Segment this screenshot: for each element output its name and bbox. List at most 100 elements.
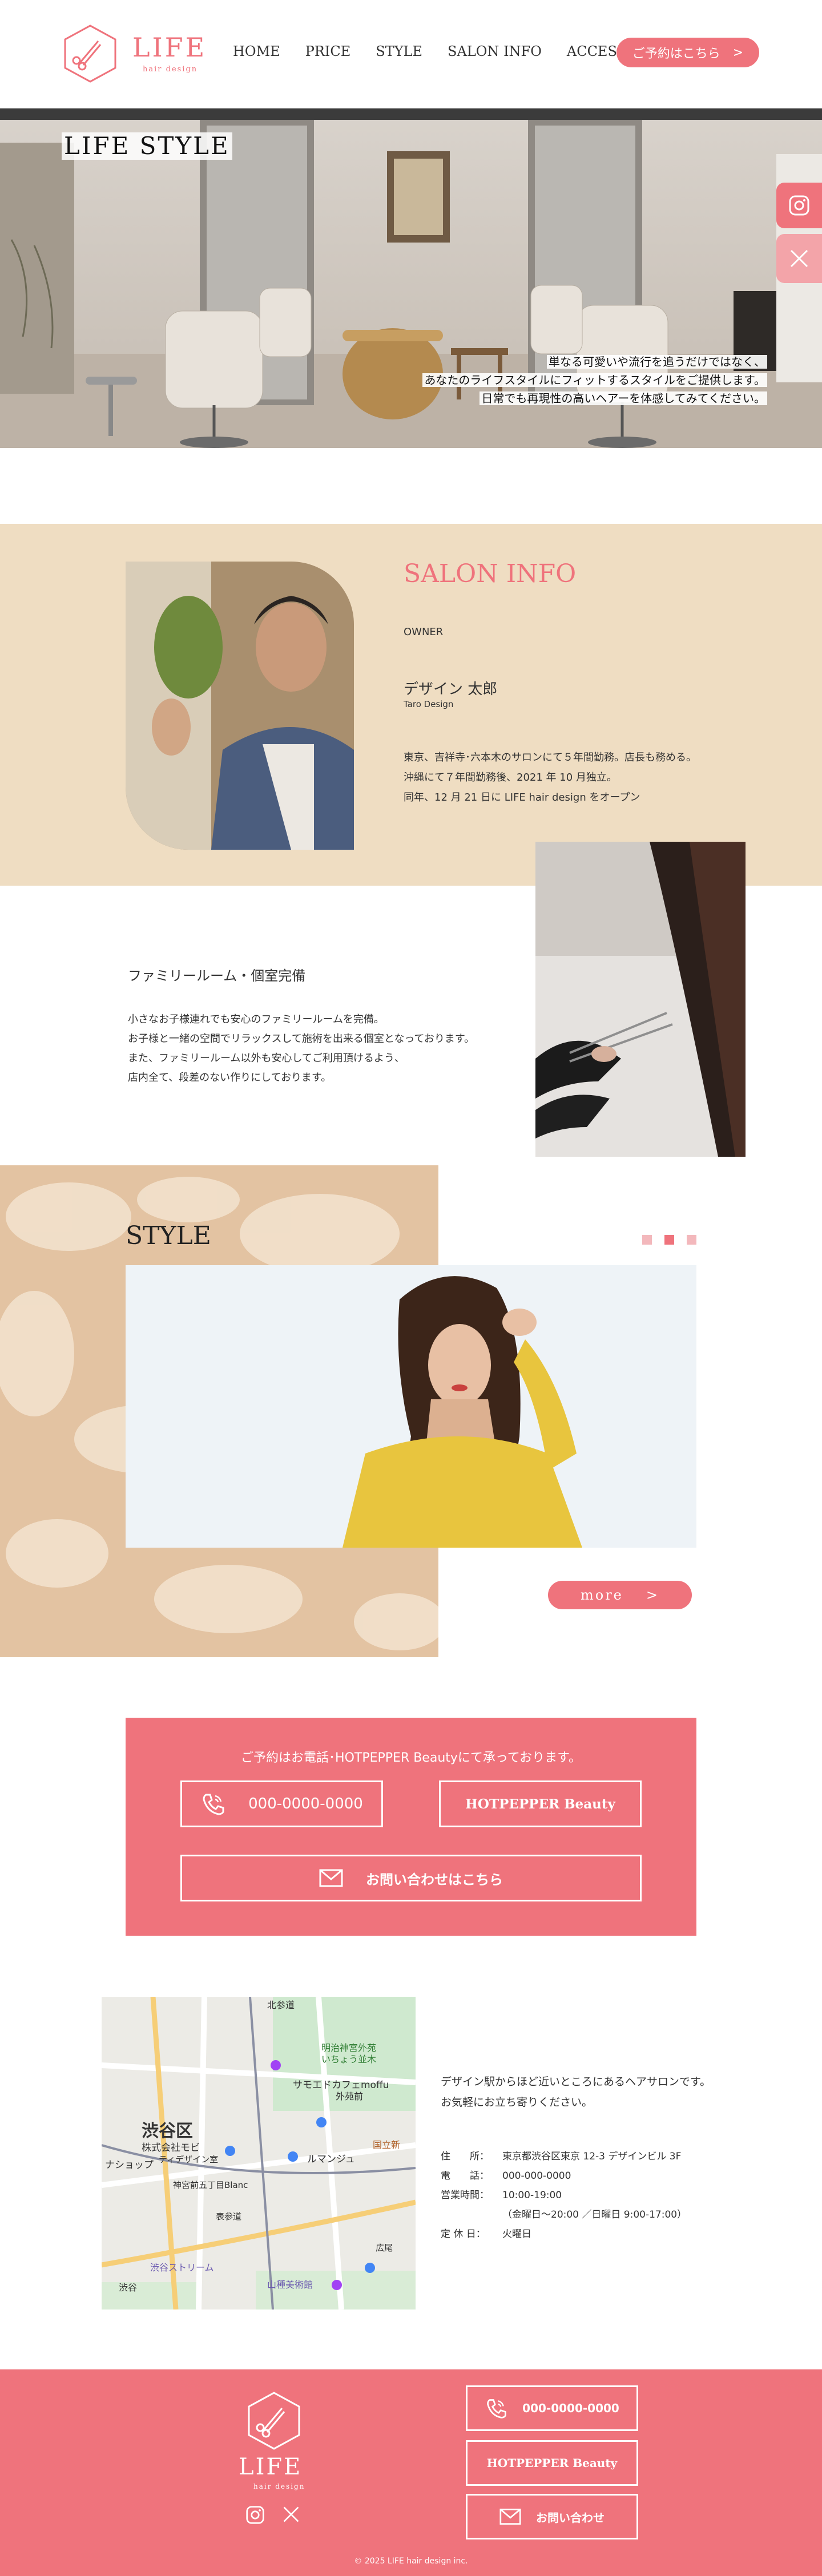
instagram-icon[interactable] [245, 2505, 265, 2525]
hero-title: LIFE STYLE [62, 132, 232, 160]
access-key: 電 話： [441, 2170, 489, 2182]
access-row-hours: 営業時間： 10:00-19:00 [441, 2186, 687, 2205]
style-model-photo [126, 1265, 696, 1548]
hotpepper-button[interactable]: HOTPEPPER Beauty [439, 1780, 642, 1827]
access-value: 10:00-19:00 [502, 2190, 562, 2201]
hero-section: LIFE STYLE 単なる可愛いや流行を追うだけではなく、 あなたのライフスタ… [0, 108, 822, 448]
family-room-text: 小さなお子様連れでも安心のファミリールームを完備。 お子様と一緒の空間でリラック… [128, 1010, 474, 1088]
nav-home[interactable]: HOME [233, 43, 280, 59]
more-label: more [581, 1587, 623, 1603]
map-label: ナショップ [105, 2159, 154, 2171]
carousel-dot[interactable] [687, 1235, 696, 1245]
nav-style[interactable]: STYLE [376, 43, 422, 59]
main-nav: HOME PRICE STYLE SALON INFO ACCESS [233, 43, 626, 59]
footer-logo[interactable]: LIFE hair design [234, 2391, 314, 2500]
access-lead-line: お気軽にお立ち寄りください。 [441, 2096, 593, 2109]
instagram-icon [789, 195, 809, 216]
family-room-line: お子様と一緒の空間でリラックスして施術を出来る個室となっております。 [128, 1033, 475, 1045]
reserve-button[interactable]: ご予約はこちら > [616, 38, 759, 67]
carousel-dot[interactable] [642, 1235, 652, 1245]
more-button[interactable]: more > [548, 1581, 692, 1609]
owner-bio-line: 沖縄にて７年間勤務後、2021 年 10 月独立。 [404, 772, 617, 784]
family-room-title: ファミリールーム・個室完備 [128, 968, 306, 984]
map-label: 外苑前 [336, 2091, 363, 2102]
map-label: ルマンジュ [307, 2154, 355, 2165]
family-room-line: 店内全て、段差のない作りにしております。 [128, 1072, 332, 1084]
phone-number: 000-0000-0000 [248, 1795, 363, 1812]
footer-contact-button[interactable]: お問い合わせ [466, 2494, 638, 2539]
salon-info-title: SALON INFO [404, 559, 577, 588]
access-info-table: 住 所： 東京都渋谷区東京 12-3 デザインビル 3F 電 話： 000-000-… [441, 2147, 687, 2244]
access-key [441, 2205, 502, 2224]
map-label: 山種美術館 [267, 2279, 313, 2290]
carousel-dot-active[interactable] [664, 1235, 674, 1245]
hero-copy: 単なる可愛いや流行を追うだけではなく、 あなたのライフスタイルにフィットするスタ… [422, 353, 767, 407]
footer-hotpepper-label: HOTPEPPER Beauty [486, 2456, 618, 2470]
nav-price[interactable]: PRICE [305, 43, 351, 59]
footer-contact-label: お問い合わせ [536, 2510, 605, 2525]
x-side-button[interactable] [776, 234, 822, 283]
footer-logo-text: LIFE [239, 2454, 303, 2480]
x-icon[interactable] [282, 2505, 300, 2523]
contact-form-button[interactable]: お問い合わせはこちら [180, 1855, 642, 1901]
style-title: STYLE [126, 1221, 211, 1250]
map-label: 広尾 [376, 2243, 393, 2253]
logo[interactable]: LIFE hair design [63, 24, 211, 83]
chevron-right-icon: > [646, 1587, 659, 1603]
access-lead: デザイン駅からほど近いところにあるヘアサロンです。 お気軽にお立ち寄りください。 [441, 2072, 711, 2113]
logo-text: LIFE [132, 32, 207, 63]
map-label: いちょう並木 [321, 2054, 376, 2065]
access-value: （金曜日～20:00 ／日曜日 9:00-17:00） [502, 2209, 687, 2220]
map-label: ティデザイン室 [159, 2154, 218, 2165]
map-label: 渋谷区 [142, 2121, 193, 2141]
instagram-side-button[interactable] [776, 183, 822, 228]
access-value: 000-000-0000 [502, 2170, 571, 2182]
family-room-line: 小さなお子様連れでも安心のファミリールームを完備。 [128, 1014, 384, 1025]
logo-hexagon-icon [64, 25, 116, 83]
phone-icon [203, 1794, 224, 1815]
hero-copy-line: 日常でも再現性の高いヘアーを体感してみてください。 [480, 391, 767, 405]
owner-bio-line: 同年、12 月 21 日に LIFE hair design をオープン [404, 792, 640, 804]
owner-bio: 東京、吉祥寺･六本木のサロンにて５年間勤務。店長も務める。 沖縄にて７年間勤務後… [404, 748, 696, 807]
contact-form-label: お問い合わせはこちら [366, 1871, 503, 1888]
map-label: 北参道 [267, 2000, 295, 2010]
copyright: © 2025 LIFE hair design inc. [354, 2557, 468, 2566]
access-row-phone: 電 話： 000-000-0000 [441, 2166, 687, 2186]
footer-sns [245, 2505, 300, 2525]
map-label: 渋谷ストリーム [150, 2262, 214, 2273]
logo-subtext: hair design [143, 65, 198, 74]
map-label: 神宮前五丁目Blanc [173, 2180, 248, 2190]
access-value: 火曜日 [502, 2228, 531, 2240]
hair-cutting-photo [535, 842, 746, 1157]
reservation-lead: ご予約はお電話･HOTPEPPER Beautyにて承っております。 [241, 1751, 581, 1765]
map-label: 渋谷 [119, 2282, 137, 2293]
access-key: 営業時間： [441, 2190, 489, 2201]
site-footer: LIFE hair design 000-0000-0000 HOTPEPPER… [0, 2369, 822, 2576]
family-room-line: また、ファミリールーム以外も安心してご利用頂けるよう、 [128, 1052, 405, 1064]
access-row-holiday: 定 休 日： 火曜日 [441, 2224, 687, 2244]
owner-photo [126, 562, 354, 850]
mail-icon [319, 1869, 343, 1887]
map-label: 明治神宮外苑 [321, 2042, 376, 2053]
carousel-dots [642, 1235, 696, 1245]
footer-logo-subtext: hair design [253, 2482, 305, 2490]
map-label: 株式会社モビ [142, 2142, 200, 2154]
mail-icon [499, 2508, 521, 2525]
chevron-right-icon: > [732, 45, 744, 60]
phone-button[interactable]: 000-0000-0000 [180, 1780, 383, 1827]
access-key: 定 休 日： [441, 2228, 486, 2240]
footer-phone-number: 000-0000-0000 [522, 2401, 619, 2415]
reservation-panel: ご予約はお電話･HOTPEPPER Beautyにて承っております。 000-0… [126, 1718, 696, 1936]
reserve-label: ご予約はこちら [632, 47, 720, 61]
nav-salon-info[interactable]: SALON INFO [448, 43, 542, 59]
access-map[interactable]: 渋谷区 株式会社モビ ナショップ ティデザイン室 サモエドカフェmoffu 明治… [102, 1997, 416, 2309]
access-row-hours-note: （金曜日～20:00 ／日曜日 9:00-17:00） [441, 2205, 687, 2224]
owner-name-roman: Taro Design [404, 699, 454, 709]
logo-hexagon-icon [248, 2392, 300, 2450]
access-lead-line: デザイン駅からほど近いところにあるヘアサロンです。 [441, 2076, 711, 2088]
map-label: サモエドカフェmoffu [293, 2080, 389, 2091]
phone-icon [487, 2399, 506, 2418]
hero-copy-line: 単なる可愛いや流行を追うだけではなく、 [547, 355, 767, 369]
footer-phone-button[interactable]: 000-0000-0000 [466, 2385, 638, 2431]
footer-hotpepper-button[interactable]: HOTPEPPER Beauty [466, 2440, 638, 2486]
